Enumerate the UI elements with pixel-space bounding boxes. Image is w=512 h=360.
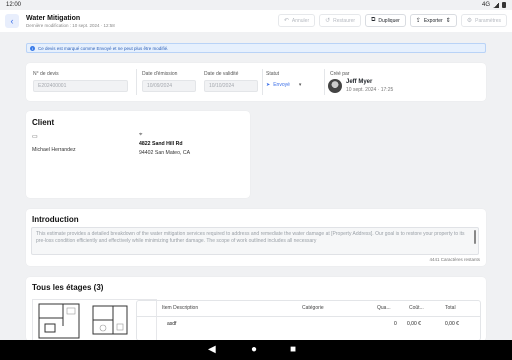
system-nav-bar: ◀ ● ■: [0, 340, 512, 360]
floors-card: Tous les étages (3) Item Description Cat…: [26, 277, 486, 341]
avatar: [328, 79, 342, 93]
creator-date: 10 sept. 2024 · 17:25: [346, 87, 394, 93]
introduction-title: Introduction: [32, 215, 79, 224]
divider: [136, 69, 137, 95]
page-title: Water Mitigation: [26, 14, 81, 22]
introduction-textarea[interactable]: This estimate provides a detailed breakd…: [31, 227, 479, 255]
network-label: 4G: [481, 2, 490, 8]
home-circle-icon[interactable]: ●: [251, 344, 257, 356]
quote-number-input[interactable]: E202400001: [33, 80, 128, 92]
restore-icon: ↺: [325, 18, 331, 24]
last-modified: Dernière modification : 10 sept. 2024 · …: [26, 22, 115, 28]
item-quantity[interactable]: 0: [394, 321, 397, 327]
chevron-down-icon: ▾: [298, 82, 302, 88]
client-title: Client: [32, 118, 55, 127]
restore-button[interactable]: ↺ Restaurer: [319, 14, 362, 27]
undo-icon: ↶: [283, 18, 289, 24]
id-card-icon: ▭: [32, 134, 38, 140]
column-header[interactable]: Qua...: [377, 305, 391, 311]
column-header[interactable]: Catégorie: [302, 305, 324, 311]
back-button[interactable]: ‹: [5, 14, 19, 28]
clock: 12:00: [6, 2, 22, 8]
column-header[interactable]: Coût...: [409, 305, 424, 311]
status-field: Statut ➤ Envoyé ▾: [266, 71, 316, 88]
status-select[interactable]: ➤ Envoyé ▾: [266, 82, 316, 88]
client-card: Client ▭ Michael Herrandez ⌖ 4822 Sand H…: [26, 111, 250, 198]
client-name: Michael Herrandez: [32, 147, 76, 153]
scrollbar[interactable]: [474, 230, 476, 244]
settings-button[interactable]: ⚙ Paramètres: [460, 14, 507, 27]
floors-title: Tous les étages (3): [32, 283, 104, 292]
battery-icon: [502, 2, 506, 8]
status-value: Envoyé: [273, 82, 290, 88]
info-icon: i: [30, 45, 35, 51]
export-icon: ⇪: [415, 18, 421, 24]
issue-date-field: Date d'émission 10/09/2024: [142, 71, 196, 92]
item-description[interactable]: asdf: [167, 321, 176, 327]
undo-button[interactable]: ↶ Annuler: [277, 14, 316, 27]
introduction-card: Introduction This estimate provides a de…: [26, 209, 486, 266]
back-triangle-icon[interactable]: ◀: [208, 344, 216, 356]
export-button[interactable]: ⇪ Exporter ⇕: [409, 14, 457, 27]
chevron-updown-icon: ⇕: [445, 18, 451, 24]
chevron-left-icon: ‹: [10, 16, 14, 26]
quote-number-field: N° de devis E202400001: [33, 71, 128, 92]
creator-name: Jeff Myer: [346, 79, 373, 85]
divider: [324, 69, 325, 95]
client-address-line2: 94402 San Mateo, CA: [139, 150, 191, 156]
issue-date-input[interactable]: 10/09/2024: [142, 80, 196, 92]
items-table: Item Description Catégorie Qua... Coût..…: [136, 300, 481, 341]
copy-icon: ⧉: [371, 17, 376, 23]
created-by: Créé par: [330, 71, 350, 77]
duplicate-button[interactable]: ⧉ Dupliquer: [365, 14, 406, 27]
app-header: ‹ Water Mitigation Dernière modification…: [0, 10, 512, 32]
item-total: 0,00 €: [445, 321, 459, 327]
location-pin-icon: ⌖: [139, 132, 143, 138]
column-header[interactable]: Item Description: [162, 305, 198, 311]
char-counter: 4441 Caractères restants: [429, 257, 480, 262]
introduction-text: This estimate provides a detailed breakd…: [36, 231, 465, 245]
validity-date-input[interactable]: 10/10/2024: [204, 80, 258, 92]
divider: [137, 316, 480, 317]
validity-date-field: Date de validité 10/10/2024: [204, 71, 258, 92]
notice-text: Ce devis est marqué comme Envoyé et ne p…: [38, 45, 169, 51]
divider: [262, 69, 263, 95]
column-header[interactable]: Total: [445, 305, 456, 311]
quote-meta-card: N° de devis E202400001 Date d'émission 1…: [26, 63, 486, 101]
send-icon: ➤: [266, 82, 271, 88]
locked-notice: i Ce devis est marqué comme Envoyé et ne…: [26, 43, 486, 53]
signal-icon: [493, 2, 499, 8]
status-bar: 12:00 4G: [0, 0, 512, 10]
gear-icon: ⚙: [466, 18, 473, 24]
recents-square-icon[interactable]: ■: [290, 344, 296, 356]
item-cost[interactable]: 0,00 €: [407, 321, 421, 327]
client-address-line1: 4822 Sand Hill Rd: [139, 141, 183, 147]
